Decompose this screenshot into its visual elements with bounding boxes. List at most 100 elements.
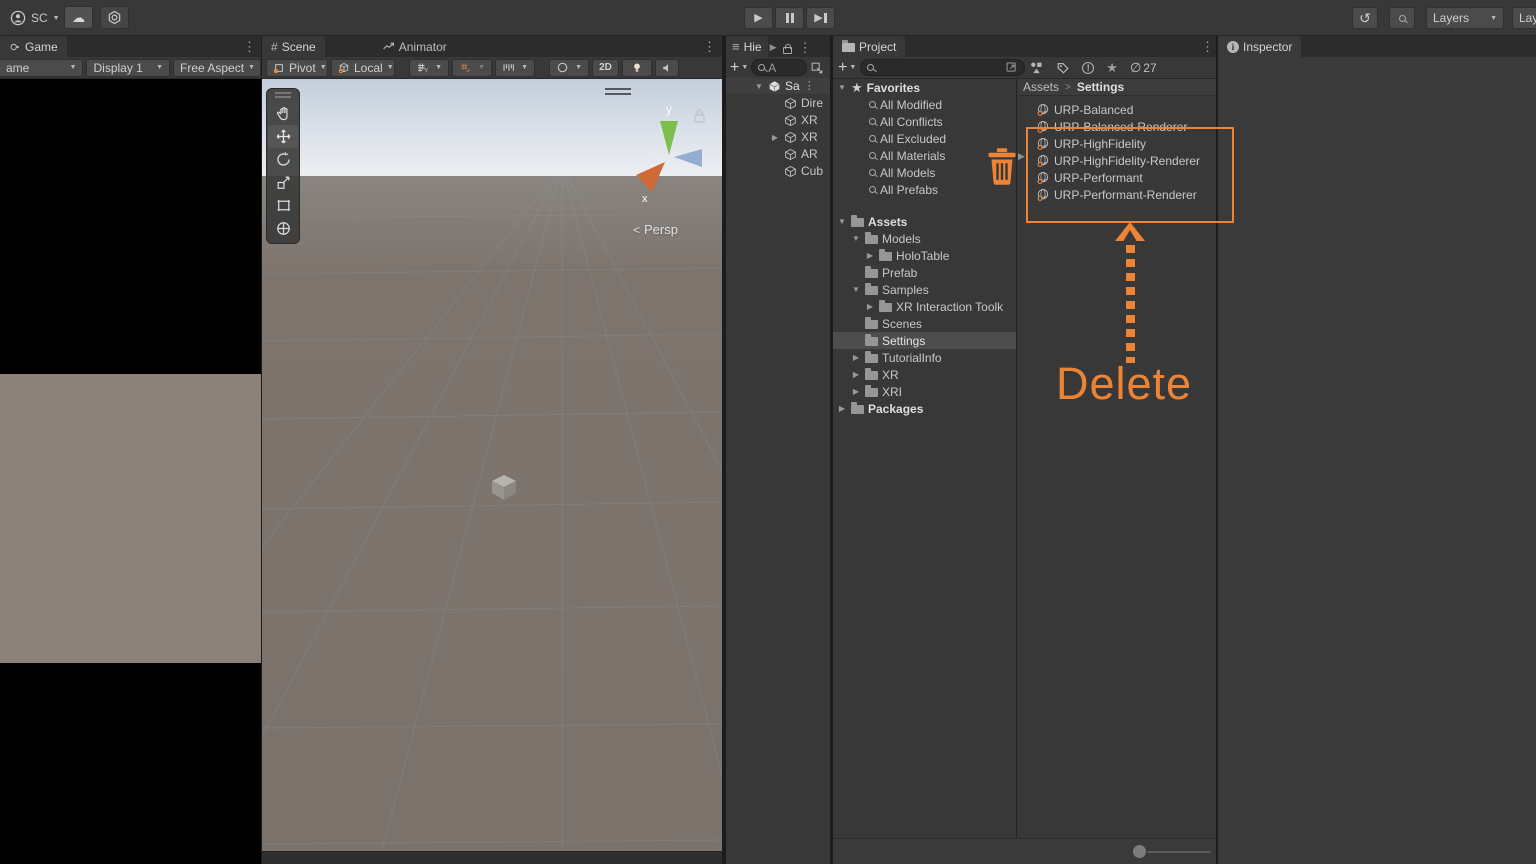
gizmo-overlay-handle[interactable]: [605, 88, 631, 95]
open-search-window-icon[interactable]: [1005, 61, 1018, 74]
play-button[interactable]: ▶: [744, 7, 773, 29]
hierarchy-item[interactable]: XR: [726, 112, 830, 128]
snap-increment-button[interactable]: ▼: [495, 59, 535, 77]
layers-dropdown[interactable]: Layers ▼: [1426, 7, 1504, 29]
scene-row-kebab[interactable]: ⋮: [804, 81, 815, 92]
tree-row-scenes[interactable]: Scenes: [833, 315, 1016, 332]
favorites-item[interactable]: All Excluded: [833, 130, 1016, 147]
folder-icon: [865, 269, 878, 278]
foldout-icon[interactable]: ▶: [851, 387, 861, 396]
animator-icon: [382, 40, 395, 53]
foldout-icon[interactable]: ▶: [770, 133, 780, 142]
projection-label[interactable]: < Persp: [633, 222, 678, 237]
tab-game[interactable]: Game: [0, 36, 67, 57]
tree-row-tutorialinfo[interactable]: ▶ TutorialInfo: [833, 349, 1016, 366]
breadcrumb-root[interactable]: Assets: [1023, 80, 1059, 94]
favorites-header[interactable]: ▼ ★ Favorites: [833, 79, 1016, 96]
tree-row-holotable[interactable]: ▶ HoloTable: [833, 247, 1016, 264]
tab-inspector[interactable]: i Inspector: [1218, 36, 1301, 57]
tree-row-xr-interaction-toolkit[interactable]: ▶ XR Interaction Toolk: [833, 298, 1016, 315]
hierarchy-menu-kebab[interactable]: ⋮: [799, 41, 812, 54]
display-target-dropdown[interactable]: Display 1 ▼: [86, 59, 170, 77]
overlay-drag-handle[interactable]: [275, 92, 291, 98]
tab-hierarchy[interactable]: ≡ Hie: [726, 36, 768, 57]
rect-tool-button[interactable]: [268, 194, 298, 217]
handle-rotation-dropdown[interactable]: Local ▼: [331, 59, 395, 77]
aspect-ratio-dropdown[interactable]: Free Aspect ▼: [173, 59, 261, 77]
hierarchy-item[interactable]: AR: [726, 146, 830, 162]
tree-row-prefab[interactable]: Prefab: [833, 264, 1016, 281]
hand-tool-button[interactable]: [268, 102, 298, 125]
lock-icon[interactable]: [783, 47, 792, 54]
hierarchy-item[interactable]: ▶ XR: [726, 129, 830, 145]
step-button[interactable]: ▶: [806, 7, 835, 29]
search-by-type-icon[interactable]: [1029, 60, 1044, 75]
global-search-button[interactable]: [1389, 7, 1415, 29]
breadcrumb-current[interactable]: Settings: [1077, 80, 1124, 94]
asset-row[interactable]: URP-Balanced: [1018, 101, 1216, 118]
foldout-icon[interactable]: ▼: [837, 217, 847, 226]
tree-row-settings[interactable]: Settings: [833, 332, 1016, 349]
foldout-icon[interactable]: ▼: [837, 83, 847, 92]
hierarchy-scene-row[interactable]: ▼ Sa ⋮: [726, 78, 830, 94]
version-control-icon: [107, 10, 122, 25]
tab-scroll-arrow[interactable]: ▶: [770, 42, 777, 53]
cloud-services-button[interactable]: ☁: [64, 6, 93, 29]
project-search-input[interactable]: [860, 59, 1025, 76]
version-control-button[interactable]: [100, 6, 129, 29]
transform-tool-button[interactable]: [268, 217, 298, 240]
undo-history-button[interactable]: ↺: [1352, 7, 1378, 29]
tab-project[interactable]: Project: [833, 36, 905, 57]
foldout-icon[interactable]: ▼: [851, 285, 861, 294]
scene-picking-icon[interactable]: [810, 61, 824, 75]
hidden-count-toggle[interactable]: ∅ 27: [1130, 60, 1157, 76]
tab-scene[interactable]: # Scene: [262, 36, 325, 57]
search-by-label-icon[interactable]: [1056, 61, 1070, 75]
create-asset-dropdown[interactable]: + ▼: [838, 60, 856, 76]
create-object-dropdown[interactable]: + ▼: [730, 60, 748, 76]
thumbnail-size-slider[interactable]: [1133, 847, 1213, 857]
layout-dropdown[interactable]: Lay: [1512, 7, 1536, 29]
foldout-icon[interactable]: ▶: [851, 370, 861, 379]
orientation-gizmo[interactable]: y x: [622, 97, 712, 209]
project-menu-kebab[interactable]: ⋮: [1201, 40, 1214, 53]
rotate-tool-button[interactable]: [268, 148, 298, 171]
pivot-mode-dropdown[interactable]: Pivot ▼: [266, 59, 328, 77]
foldout-icon[interactable]: ▼: [851, 234, 861, 243]
foldout-icon[interactable]: ▶: [851, 353, 861, 362]
scene-menu-kebab[interactable]: ⋮: [703, 40, 716, 53]
save-search-star-icon[interactable]: ★: [1106, 60, 1118, 76]
tab-animator[interactable]: Animator: [373, 36, 456, 57]
draw-mode-dropdown[interactable]: ▼: [549, 59, 589, 77]
hierarchy-item[interactable]: Dire: [726, 95, 830, 111]
tree-row-models[interactable]: ▼ Models: [833, 230, 1016, 247]
game-menu-kebab[interactable]: ⋮: [243, 40, 256, 53]
tree-row-xr[interactable]: ▶ XR: [833, 366, 1016, 383]
foldout-icon[interactable]: ▶: [837, 404, 847, 413]
hierarchy-item[interactable]: Cub: [726, 163, 830, 179]
slider-knob[interactable]: [1133, 845, 1146, 858]
foldout-icon[interactable]: ▶: [865, 251, 875, 260]
foldout-icon[interactable]: ▶: [865, 302, 875, 311]
scene-cube-object[interactable]: [489, 472, 519, 502]
scene-lighting-button[interactable]: [622, 59, 652, 77]
tree-row-assets[interactable]: ▼ Assets: [833, 213, 1016, 230]
tree-row-packages[interactable]: ▶ Packages: [833, 400, 1016, 417]
scene-viewport[interactable]: y x < Persp: [262, 79, 722, 864]
favorites-item[interactable]: All Modified: [833, 96, 1016, 113]
import-log-icon[interactable]: !: [1082, 62, 1094, 74]
move-tool-button[interactable]: [268, 125, 298, 148]
grid-snapping-button[interactable]: ▼: [452, 59, 492, 77]
pause-button[interactable]: [775, 7, 804, 29]
tree-row-samples[interactable]: ▼ Samples: [833, 281, 1016, 298]
grid-visibility-button[interactable]: Y ▼: [409, 59, 449, 77]
scene-audio-button[interactable]: [655, 59, 679, 77]
scale-tool-button[interactable]: [268, 171, 298, 194]
hierarchy-search-input[interactable]: A: [751, 59, 807, 76]
foldout-icon[interactable]: ▼: [754, 82, 764, 91]
game-display-mode-dropdown[interactable]: ame ▼: [0, 59, 83, 77]
account-dropdown[interactable]: SC ▼: [4, 6, 66, 30]
favorites-item[interactable]: All Conflicts: [833, 113, 1016, 130]
2d-toggle-button[interactable]: 2D: [592, 59, 619, 77]
tree-row-xri[interactable]: ▶ XRI: [833, 383, 1016, 400]
